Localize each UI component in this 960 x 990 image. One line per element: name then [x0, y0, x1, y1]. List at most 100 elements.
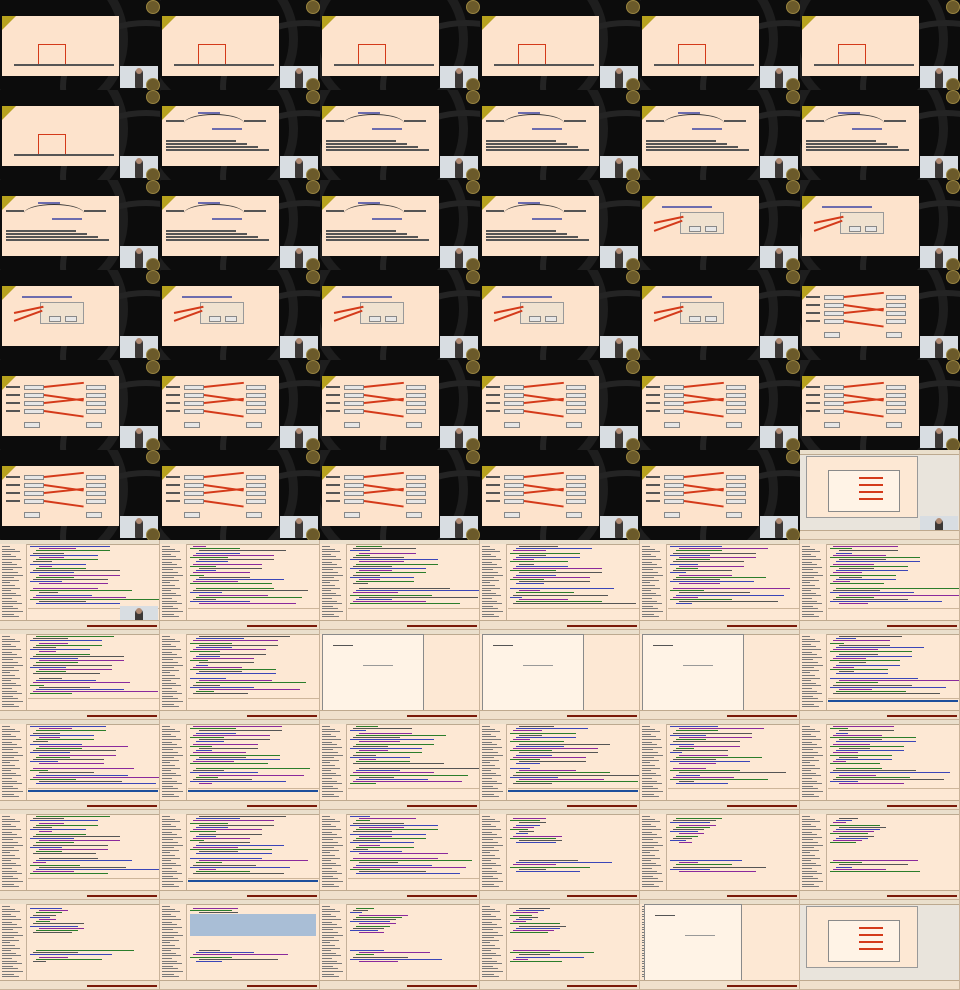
form-label: [326, 484, 340, 486]
code-line: [193, 599, 216, 600]
university-logo: [322, 106, 336, 120]
text-line: [6, 236, 98, 238]
presenter-head: [616, 338, 622, 344]
slide-frame: [322, 16, 439, 76]
diagram-label: [564, 120, 586, 122]
code-line: [673, 579, 720, 580]
diagram-label: [358, 112, 380, 114]
code-line: [196, 776, 218, 778]
code-line: [836, 768, 882, 769]
code-line: [839, 756, 858, 758]
presenter-head: [136, 158, 142, 164]
seal-icon: [306, 168, 320, 180]
dialog-button: [689, 316, 701, 322]
code-line: [353, 822, 404, 824]
diagram-label: [84, 210, 106, 212]
form-field: [344, 475, 364, 480]
code-line: [36, 842, 74, 844]
code-line: [30, 658, 78, 659]
thumbnail-tile: [640, 630, 800, 720]
mapping-line: [363, 471, 404, 478]
code-line: [676, 748, 694, 749]
code-line: [199, 783, 212, 785]
code-line: [513, 730, 542, 732]
form-label: [806, 320, 820, 322]
thumbnail-tile: [320, 180, 480, 270]
seal-icon: [146, 450, 160, 464]
form-label: [6, 492, 20, 494]
form-label: [806, 394, 820, 396]
code-line: [833, 868, 886, 870]
form-field: [86, 499, 106, 504]
thumbnail-tile: [640, 900, 800, 990]
code-line: [190, 601, 250, 603]
code-line: [359, 776, 394, 778]
code-line: [190, 772, 258, 774]
code-line: [33, 932, 72, 934]
code-line: [39, 822, 64, 824]
text-line: [166, 140, 236, 142]
code-line: [359, 570, 392, 572]
text-line: [166, 143, 247, 145]
presenter-head: [456, 428, 462, 434]
code-line: [830, 669, 888, 670]
code-line: [510, 820, 540, 822]
presenter-head: [616, 158, 622, 164]
form-field: [246, 483, 266, 488]
code-line: [36, 774, 128, 776]
presenter-head: [616, 518, 622, 524]
form-label: [646, 402, 660, 404]
seal-icon: [306, 450, 320, 464]
code-line: [30, 734, 94, 736]
form-field: [406, 499, 426, 504]
form-label: [646, 394, 660, 396]
university-logo: [642, 376, 656, 390]
console-divider: [828, 698, 959, 699]
presenter-head: [776, 68, 782, 74]
console-divider: [28, 878, 159, 879]
seal-icon: [626, 0, 640, 14]
slide-frame: [322, 466, 439, 526]
form-field: [344, 385, 364, 390]
code-line: [830, 772, 950, 774]
code-line: [353, 781, 462, 783]
thumbnail-tile: [640, 450, 800, 540]
code-line: [359, 596, 478, 598]
form-field: [184, 401, 204, 406]
seal-icon: [306, 90, 320, 104]
university-logo: [802, 376, 816, 390]
form-button: [344, 512, 360, 518]
form-label: [646, 492, 660, 494]
code-line: [36, 816, 110, 817]
code-line: [356, 563, 438, 565]
diagram-label: [532, 128, 562, 130]
presenter-head: [296, 428, 302, 434]
code-line: [670, 822, 710, 824]
code-line: [350, 950, 384, 951]
window-content: [523, 665, 553, 666]
seal-icon: [146, 168, 160, 180]
form-field: [726, 483, 746, 488]
dialog-panel: [680, 302, 724, 324]
code-line: [190, 642, 232, 644]
code-line: [199, 636, 290, 637]
code-line: [39, 956, 68, 958]
code-line: [30, 726, 106, 727]
code-line: [836, 829, 880, 830]
code-line: [356, 916, 402, 918]
code-line: [30, 684, 44, 686]
console-bar: [727, 625, 797, 627]
mapping-line: [683, 487, 724, 494]
code-line: [353, 737, 400, 738]
presenter-head: [136, 518, 142, 524]
diagram-label: [692, 128, 722, 130]
code-line: [359, 923, 396, 925]
code-line: [190, 557, 228, 558]
slide-frame: [322, 376, 439, 436]
form-row: [859, 941, 883, 943]
code-line: [359, 862, 398, 864]
code-line: [353, 849, 368, 850]
thumbnail-tile: [800, 900, 960, 990]
code-line: [350, 594, 432, 596]
seal-icon: [626, 270, 640, 284]
